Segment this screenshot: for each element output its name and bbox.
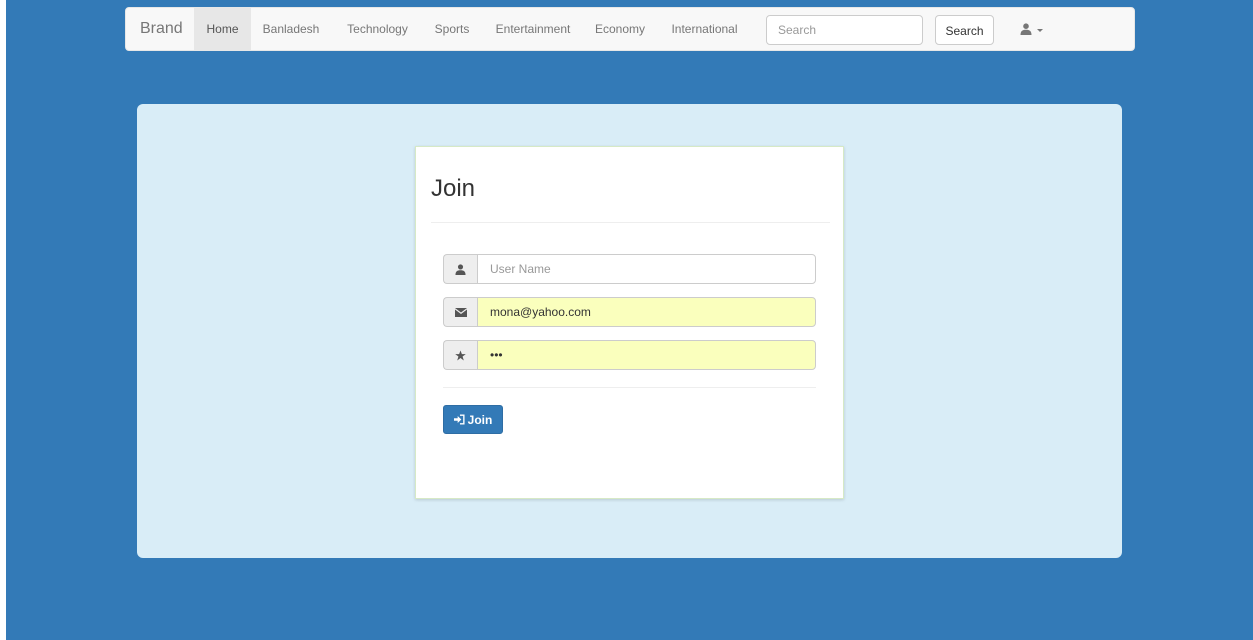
chevron-down-icon — [1036, 28, 1043, 32]
username-group — [443, 254, 816, 284]
join-button-label: Join — [467, 412, 493, 427]
navbar-search-button[interactable]: Search — [935, 15, 994, 45]
star-icon — [455, 349, 466, 360]
user-icon — [1020, 23, 1031, 35]
nav-item-entertainment[interactable]: Entertainment — [488, 8, 578, 50]
navbar-brand[interactable]: Brand — [140, 8, 183, 50]
join-panel: Join User Name mona@yahoo.com ••• Join — [415, 146, 844, 499]
username-addon — [443, 254, 477, 284]
nav-item-technology[interactable]: Technology — [340, 8, 415, 50]
password-group — [443, 340, 816, 370]
email-input[interactable] — [477, 297, 816, 327]
user-dropdown-toggle[interactable] — [1011, 8, 1051, 50]
nav-item-banladesh[interactable]: Banladesh — [254, 8, 328, 50]
page-background: Brand Home Banladesh Technology Sports E… — [6, 0, 1253, 640]
nav-item-economy[interactable]: Economy — [589, 8, 651, 50]
email-addon — [443, 297, 477, 327]
password-addon — [443, 340, 477, 370]
nav-item-sports[interactable]: Sports — [426, 8, 478, 50]
nav-item-international[interactable]: International — [663, 8, 746, 50]
title-divider — [431, 222, 830, 223]
email-group — [443, 297, 816, 327]
user-icon — [455, 263, 466, 275]
log-in-icon — [453, 414, 465, 425]
join-button[interactable]: Join — [443, 405, 503, 434]
page-title: Join — [431, 175, 476, 202]
password-input[interactable] — [477, 340, 816, 370]
nav-item-home[interactable]: Home — [194, 8, 251, 50]
username-input[interactable] — [477, 254, 816, 284]
form-divider — [443, 387, 816, 388]
navbar: Brand Home Banladesh Technology Sports E… — [125, 7, 1135, 51]
envelope-icon — [454, 307, 467, 317]
navbar-search-input[interactable] — [766, 15, 923, 45]
